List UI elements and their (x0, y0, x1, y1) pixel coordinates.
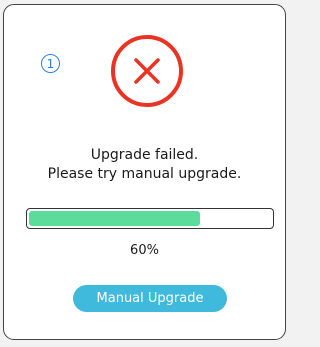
status-message-line-2: Please try manual upgrade. (47, 166, 242, 182)
step-number-badge: 1 (41, 54, 60, 73)
step-number: 1 (46, 56, 55, 71)
manual-upgrade-button[interactable]: Manual Upgrade (73, 285, 227, 312)
upgrade-failed-dialog: 1 Upgrade failed. Please try manual upgr… (3, 4, 286, 340)
upgrade-progress-fill (29, 211, 200, 226)
upgrade-progress-bar (26, 208, 274, 229)
status-message: Upgrade failed. Please try manual upgrad… (4, 146, 285, 184)
status-message-line-1: Upgrade failed. (90, 147, 199, 163)
error-x-circle-icon (111, 35, 183, 107)
progress-percent-label: 60% (130, 243, 159, 258)
